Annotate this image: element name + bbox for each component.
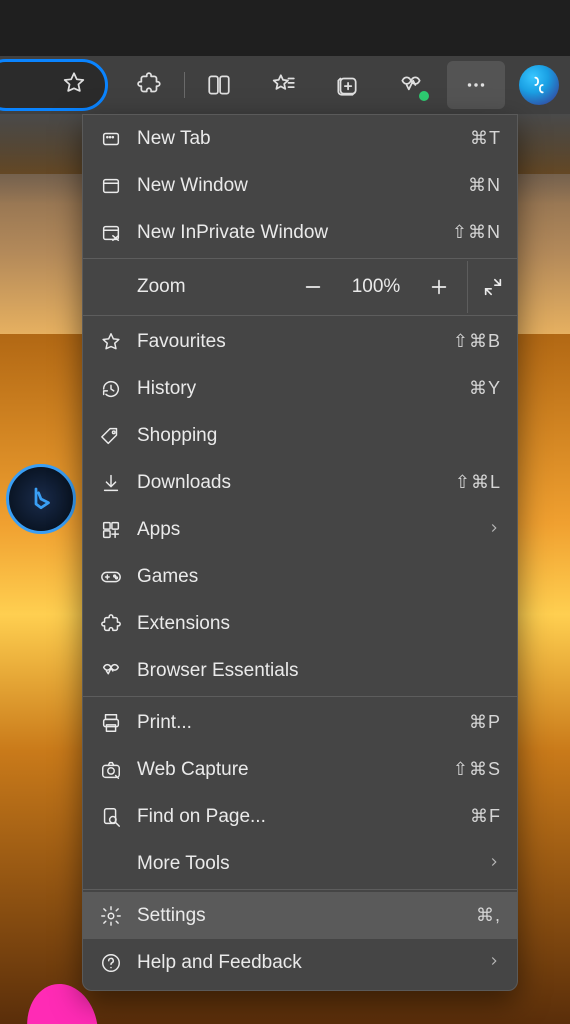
menu-item-label: Settings [137,905,476,927]
collections-toolbar-button[interactable] [315,61,379,109]
menu-separator [83,258,517,259]
menu-shortcut: ⇧⌘N [452,222,501,243]
menu-item-label: Help and Feedback [137,952,487,974]
fullscreen-button[interactable] [467,261,517,313]
camera-icon [97,759,125,781]
games-icon [97,566,125,588]
zoom-out-button[interactable] [285,261,341,313]
window-icon [97,175,125,197]
menu-item-downloads[interactable]: Downloads ⇧⌘L [83,459,517,506]
chevron-right-icon [487,952,501,974]
history-icon [97,378,125,400]
menu-item-help[interactable]: Help and Feedback [83,939,517,986]
split-screen-button[interactable] [187,61,251,109]
menu-item-new-inprivate[interactable]: New InPrivate Window ⇧⌘N [83,209,517,256]
menu-item-apps[interactable]: Apps [83,506,517,553]
address-bar-fragment[interactable] [0,59,108,111]
menu-item-label: Apps [137,519,487,541]
menu-shortcut: ⌘N [468,175,501,196]
menu-separator [83,696,517,697]
find-icon [97,806,125,828]
menu-separator [83,889,517,890]
star-icon [97,331,125,353]
menu-item-browser-essentials[interactable]: Browser Essentials [83,647,517,694]
browser-essentials-toolbar-button[interactable] [379,61,443,109]
browser-toolbar [0,56,570,114]
zoom-value: 100% [341,276,411,298]
menu-item-label: Games [137,566,501,588]
menu-item-extensions[interactable]: Extensions [83,600,517,647]
menu-item-label: Browser Essentials [137,660,501,682]
menu-shortcut: ⌘Y [469,378,501,399]
menu-item-label: Web Capture [137,759,453,781]
printer-icon [97,712,125,734]
menu-separator [83,315,517,316]
menu-item-label: Downloads [137,472,455,494]
menu-item-more-tools[interactable]: More Tools [83,840,517,887]
puzzle-icon [97,613,125,635]
menu-item-label: Find on Page... [137,806,470,828]
copilot-button[interactable] [519,65,559,105]
menu-item-favourites[interactable]: Favourites ⇧⌘B [83,318,517,365]
menu-item-zoom: Zoom 100% [83,261,517,313]
extensions-toolbar-button[interactable] [118,61,182,109]
menu-shortcut: ⌘F [470,806,501,827]
menu-shortcut: ⇧⌘S [453,759,501,780]
menu-item-label: New Tab [137,128,470,150]
menu-shortcut: ⌘, [476,905,501,926]
tab-icon [97,128,125,150]
menu-item-print[interactable]: Print... ⌘P [83,699,517,746]
tag-icon [97,425,125,447]
menu-item-label: New Window [137,175,468,197]
chevron-right-icon [487,519,501,541]
menu-item-web-capture[interactable]: Web Capture ⇧⌘S [83,746,517,793]
more-menu-button[interactable] [447,61,505,109]
menu-item-shopping[interactable]: Shopping [83,412,517,459]
toolbar-divider [184,72,185,98]
menu-item-games[interactable]: Games [83,553,517,600]
menu-item-label: History [137,378,469,400]
menu-item-label: Extensions [137,613,501,635]
inprivate-icon [97,222,125,244]
star-icon[interactable] [61,70,87,101]
menu-item-label: Print... [137,712,469,734]
heartbeat-icon [97,660,125,682]
menu-item-new-tab[interactable]: New Tab ⌘T [83,115,517,162]
apps-icon [97,519,125,541]
settings-menu: New Tab ⌘T New Window ⌘N New InPrivate W… [82,114,518,991]
download-icon [97,472,125,494]
menu-item-label: Favourites [137,331,453,353]
menu-shortcut: ⇧⌘B [453,331,501,352]
menu-item-settings[interactable]: Settings ⌘, [83,892,517,939]
menu-item-history[interactable]: History ⌘Y [83,365,517,412]
menu-item-new-window[interactable]: New Window ⌘N [83,162,517,209]
menu-item-label: New InPrivate Window [137,222,452,244]
menu-shortcut: ⌘T [470,128,501,149]
menu-item-label: Shopping [137,425,501,447]
menu-item-label: More Tools [137,853,487,875]
menu-shortcut: ⇧⌘L [455,472,501,493]
menu-item-find-on-page[interactable]: Find on Page... ⌘F [83,793,517,840]
window-titlebar [0,0,570,56]
gear-icon [97,905,125,927]
favourites-toolbar-button[interactable] [251,61,315,109]
help-icon [97,952,125,974]
zoom-label: Zoom [137,276,186,298]
bing-sidebar-button[interactable] [6,464,76,534]
zoom-in-button[interactable] [411,261,467,313]
status-dot-icon [419,91,429,101]
chevron-right-icon [487,853,501,875]
menu-shortcut: ⌘P [469,712,501,733]
